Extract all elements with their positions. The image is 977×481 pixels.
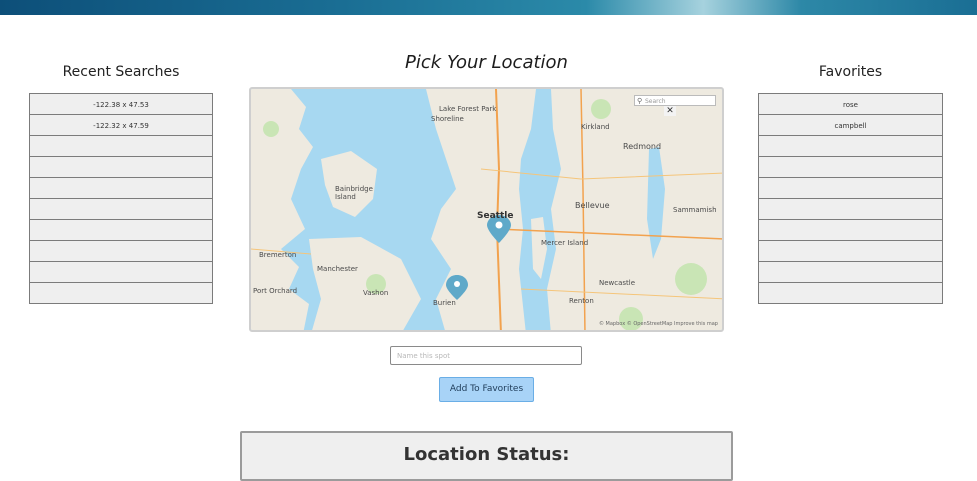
favorite-item[interactable]: [758, 261, 943, 283]
location-status-title: Location Status:: [403, 444, 570, 465]
recent-searches-list: -122.38 x 47.53 -122.32 x 47.59: [29, 93, 213, 304]
map-label: Seattle: [477, 211, 514, 221]
map-label: Vashon: [363, 289, 389, 297]
map-label: Port Orchard: [253, 287, 298, 295]
map-label: Bremerton: [259, 251, 297, 259]
map-search-placeholder: Search: [645, 98, 666, 105]
recent-search-item[interactable]: -122.38 x 47.53: [29, 93, 213, 115]
favorite-item[interactable]: [758, 135, 943, 157]
map-search-input[interactable]: ⚲ Search: [634, 95, 716, 106]
favorite-item[interactable]: [758, 198, 943, 220]
close-icon[interactable]: ✕: [664, 106, 676, 116]
favorites-title: Favorites: [818, 64, 883, 80]
map-label: Shoreline: [431, 115, 464, 123]
favorite-item[interactable]: [758, 219, 943, 241]
recent-search-item[interactable]: [29, 198, 213, 220]
location-map[interactable]: Lake Forest Park Shoreline Kirkland Redm…: [249, 87, 724, 332]
map-label: Newcastle: [599, 279, 636, 287]
map-label: Redmond: [623, 142, 662, 151]
map-attribution[interactable]: © Mapbox © OpenStreetMap Improve this ma…: [599, 321, 718, 327]
map-label: Bellevue: [575, 201, 610, 210]
map-label: Bainbridge Island: [335, 185, 373, 201]
recent-search-item[interactable]: [29, 219, 213, 241]
recent-search-item[interactable]: [29, 261, 213, 283]
favorites-list: rose campbell: [758, 93, 943, 304]
favorite-item[interactable]: [758, 240, 943, 262]
recent-search-item[interactable]: -122.32 x 47.59: [29, 114, 213, 136]
spot-name-input[interactable]: [390, 346, 582, 365]
page-title: Pick Your Location: [405, 52, 568, 73]
map-label: Renton: [569, 297, 594, 305]
recent-search-item[interactable]: [29, 135, 213, 157]
map-label: Burien: [433, 299, 456, 307]
add-to-favorites-button[interactable]: Add To Favorites: [439, 377, 534, 402]
favorite-item[interactable]: campbell: [758, 114, 943, 136]
map-label: Manchester: [317, 265, 358, 273]
favorite-item[interactable]: [758, 156, 943, 178]
map-label: Kirkland: [581, 123, 610, 131]
favorite-item[interactable]: rose: [758, 93, 943, 115]
map-label: Mercer Island: [541, 239, 589, 247]
recent-search-item[interactable]: [29, 240, 213, 262]
recent-searches-title: Recent Searches: [62, 64, 180, 80]
favorite-item[interactable]: [758, 177, 943, 199]
favorite-item[interactable]: [758, 282, 943, 304]
map-label: Lake Forest Park: [439, 105, 497, 113]
recent-search-item[interactable]: [29, 282, 213, 304]
recent-search-item[interactable]: [29, 156, 213, 178]
recent-search-item[interactable]: [29, 177, 213, 199]
map-label: Sammamish: [673, 206, 717, 214]
search-icon: ⚲: [637, 97, 643, 105]
header-banner: [0, 0, 977, 15]
location-status-panel: Location Status:: [240, 431, 733, 481]
